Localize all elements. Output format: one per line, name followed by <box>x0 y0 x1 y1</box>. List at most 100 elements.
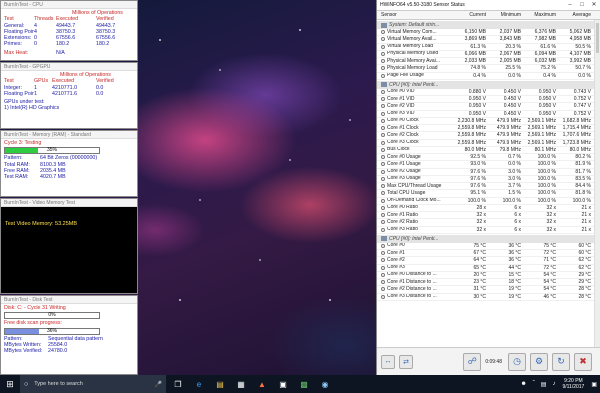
column-header[interactable]: Sensor <box>377 11 453 19</box>
sensor-group-name: CPU [#0]: Intel Penti... <box>389 235 439 242</box>
sensor-group-header[interactable]: System: Default strin... <box>377 21 594 29</box>
sensor-row[interactable]: Core #0 Clock 2,230.8 MHz 479.9 MHz 2,569.1… <box>377 118 594 125</box>
people-icon[interactable]: ☻ <box>520 381 526 387</box>
sensor-row[interactable]: Virtual Memory Avail... 3,869 MB 3,843 MB 7… <box>377 36 594 44</box>
file-explorer-icon[interactable]: ▤ <box>211 375 229 393</box>
volume-icon[interactable]: ♪ <box>552 381 555 387</box>
sensor-row[interactable]: Core #3 Distance to ... 30 °C 19 °C 46 °C 28… <box>377 294 594 301</box>
taskbar-clock[interactable]: 9:20 PM 9/11/2017 <box>558 378 588 390</box>
maximize-icon[interactable]: □ <box>576 0 588 10</box>
column-header[interactable]: Current <box>453 11 488 19</box>
sensor-value: 46 °C <box>543 293 556 300</box>
close-icon[interactable]: ✕ <box>588 0 600 10</box>
sensor-scrollbar[interactable] <box>594 20 600 347</box>
sensor-row[interactable]: Bus Clock 80.0 MHz 79.8 MHz 80.1 MHz 80.0 MH… <box>377 147 594 154</box>
sensor-row[interactable]: Core #2 64 °C 36 °C 71 °C 62 °C <box>377 257 594 265</box>
microphone-icon[interactable]: 🎤 <box>155 381 162 388</box>
task-view-icon[interactable]: ❐ <box>169 375 187 393</box>
collapse-arrows-icon[interactable]: ↔ <box>381 354 395 369</box>
sensor-value: 479.9 MHz <box>496 117 521 124</box>
sensor-value: 0.0 % <box>578 72 591 79</box>
chart-app-icon[interactable]: ▩ <box>295 375 313 393</box>
search-placeholder: Type here to search <box>34 381 83 387</box>
sensor-row[interactable]: Core #2 Ratio 32 x 6 x 32 x 21 x <box>377 219 594 227</box>
sensor-row[interactable]: Core #2 Usage 97.6 % 3.0 % 100.0 % 81.7 % <box>377 169 594 176</box>
sensor-row[interactable]: Core #0 75 °C 36 °C 75 °C 60 °C <box>377 243 594 250</box>
sensor-row[interactable]: Core #0 VID 0.880 V 0.450 V 0.950 V 0.743 V <box>377 89 594 96</box>
sensor-row[interactable]: Core #0 Usage 92.5 % 0.7 % 100.0 % 80.2 % <box>377 154 594 162</box>
column-header[interactable]: Maximum <box>523 11 558 19</box>
sensor-value: 75 °C <box>543 242 556 249</box>
edge-browser-icon[interactable]: e <box>190 375 208 393</box>
sensor-group-header[interactable]: CPU [#0]: Intel Penti... <box>377 80 594 89</box>
sensor-row[interactable]: Core #1 Ratio 32 x 6 x 32 x 21 x <box>377 212 594 220</box>
sensor-row[interactable]: Core #1 Distance to ... 23 °C 18 °C 54 °C 29… <box>377 279 594 287</box>
sensor-row[interactable]: Core #1 Usage 93.0 % 0.0 % 100.0 % 81.9 % <box>377 161 594 169</box>
sensor-row[interactable]: Max CPU/Thread Usage 97.6 % 3.7 % 100.0 % 84… <box>377 183 594 191</box>
settings-icon[interactable]: ⚙ <box>530 352 548 371</box>
sensor-row[interactable]: Physical Memory Load 74.8 % 25.5 % 75.2 % 50… <box>377 65 594 73</box>
sensor-value: 81.8 % <box>575 190 591 197</box>
sensor-row[interactable]: Virtual Memory Load 61.3 % 20.3 % 61.6 % 50.… <box>377 44 594 51</box>
sensor-gauge-icon <box>381 155 385 160</box>
sensor-row[interactable]: Page File Usage 0.4 % 0.0 % 0.4 % 0.0 % <box>377 73 594 80</box>
column-header[interactable]: Average <box>558 11 593 19</box>
clock-icon[interactable]: ◷ <box>508 352 526 371</box>
taskbar-search-box[interactable]: ○ Type here to search 🎤 <box>20 375 166 393</box>
windows-start-icon[interactable]: ⊞ <box>0 375 20 393</box>
expand-arrows-icon[interactable]: ⇄ <box>399 354 413 369</box>
sensor-value: 28 x <box>476 204 486 211</box>
sensor-value: 0.950 V <box>468 96 486 102</box>
burnintest-app-icon[interactable]: ▲ <box>253 375 271 393</box>
sensor-row[interactable]: Core #3 65 °C 44 °C 72 °C 62 °C <box>377 265 594 272</box>
sensor-value: 100.0 % <box>537 190 556 197</box>
sensor-value: 6 x <box>514 212 521 218</box>
sensor-row[interactable]: Core #2 VID 0.950 V 0.450 V 0.950 V 0.747 V <box>377 103 594 111</box>
sensor-name: Core #3 <box>387 264 405 271</box>
sensor-row[interactable]: Core #1 Clock 2,559.8 MHz 479.9 MHz 2,569.1… <box>377 125 594 133</box>
sensor-row[interactable]: Core #3 Usage 97.6 % 3.0 % 100.0 % 83.5 % <box>377 176 594 183</box>
sensor-gauge-icon <box>381 191 385 196</box>
sensor-gauge-icon <box>381 272 385 277</box>
sensor-row[interactable]: Core #2 Clock 2,559.8 MHz 479.9 MHz 2,569.1… <box>377 132 594 140</box>
store-icon[interactable]: ▦ <box>232 375 250 393</box>
sensor-value: 3.7 % <box>508 183 521 189</box>
elapsed-time: 0:09:48 <box>485 358 502 365</box>
sensor-name: Core #0 VID <box>387 88 415 95</box>
sensor-value: 20.3 % <box>505 43 521 50</box>
network-icon[interactable]: ☍ <box>463 352 482 371</box>
sensor-row[interactable]: Core #3 Ratio 32 x 6 x 32 x 21 x <box>377 227 594 234</box>
sensor-list[interactable]: System: Default strin... Virtual Memory C… <box>377 20 594 347</box>
sensor-value: 0.7 % <box>508 154 521 160</box>
sensor-value: 0.950 V <box>538 96 556 102</box>
scrollbar-thumb[interactable] <box>596 23 599 53</box>
sensor-value: 97.6 % <box>470 175 486 182</box>
chevron-up-icon[interactable]: ˆ <box>533 381 535 387</box>
sensor-row[interactable]: Core #0 Ratio 28 x 6 x 32 x 21 x <box>377 205 594 212</box>
monitor-app-icon[interactable]: ▣ <box>274 375 292 393</box>
sensor-row[interactable]: Core #0 Distance to ... 20 °C 15 °C 54 °C 29… <box>377 272 594 279</box>
notifications-icon[interactable]: ▣ <box>591 381 597 388</box>
sensor-row[interactable]: On-Demand Clock Mo... 100.0 % 100.0 % 100.0… <box>377 198 594 205</box>
sensor-row[interactable]: Core #3 VID 0.950 V 0.450 V 0.950 V 0.752 V <box>377 111 594 118</box>
column-header[interactable]: Minimum <box>488 11 523 19</box>
sensor-row[interactable]: Core #1 VID 0.950 V 0.450 V 0.950 V 0.752 V <box>377 96 594 104</box>
sensor-gauge-icon <box>381 169 385 174</box>
sensor-value: 0.950 V <box>538 88 556 95</box>
sensor-row[interactable]: Virtual Memory Com... 6,150 MB 2,037 MB 6,3… <box>377 29 594 37</box>
minimize-icon[interactable]: – <box>564 0 576 10</box>
network-tray-icon[interactable]: ▤ <box>541 381 547 388</box>
close-sensors-icon[interactable]: ✖ <box>574 352 592 371</box>
sensor-name-cell: Core #3 Usage <box>377 176 453 182</box>
sensor-value: 5,062 MB <box>569 29 591 35</box>
sensor-value: 6 x <box>514 204 521 211</box>
sensor-row[interactable]: Core #3 Clock 2,559.8 MHz 479.9 MHz 2,569.1… <box>377 140 594 147</box>
reset-icon[interactable]: ↻ <box>552 352 570 371</box>
sensor-row[interactable]: Core #1 67 °C 36 °C 72 °C 60 °C <box>377 250 594 258</box>
sensor-row[interactable]: Total CPU Usage 95.1 % 1.5 % 100.0 % 81.8 % <box>377 190 594 198</box>
sensor-row[interactable]: Physical Memory Avai... 2,033 MB 2,005 MB 6… <box>377 58 594 66</box>
sensor-row[interactable]: Core #2 Distance to ... 31 °C 19 °C 54 °C 28… <box>377 286 594 294</box>
sensor-row[interactable]: Physical Memory Used 6,066 MB 2,067 MB 6,09… <box>377 51 594 58</box>
hwinfo-app-icon[interactable]: ◉ <box>316 375 334 393</box>
sensor-group-header[interactable]: CPU [#0]: Intel Penti... <box>377 234 594 243</box>
